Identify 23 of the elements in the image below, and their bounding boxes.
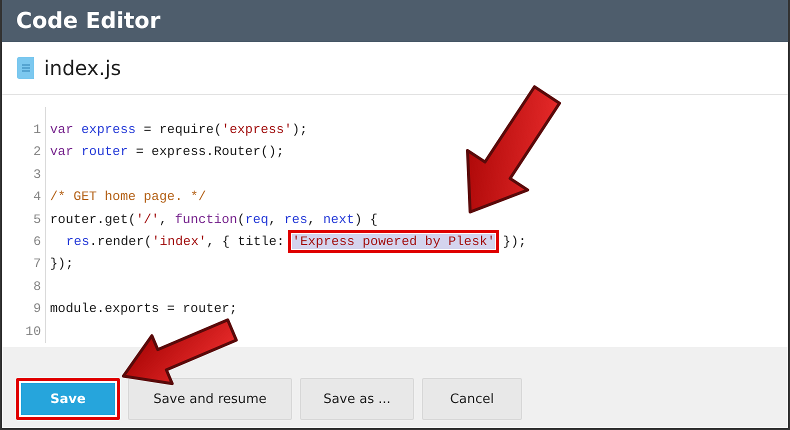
code-line: router.get('/', function(req, res, next) { bbox=[49, 210, 378, 229]
line-number: 10 bbox=[17, 320, 46, 343]
code-line: }); bbox=[49, 255, 74, 274]
code-line: /* GET home page. */ bbox=[49, 188, 206, 206]
action-button[interactable]: Save and resume bbox=[128, 378, 292, 420]
line-number: 4 bbox=[17, 186, 46, 209]
line-number: 7 bbox=[17, 253, 46, 276]
action-button[interactable]: Cancel bbox=[422, 378, 522, 420]
code-line: module.exports = router; bbox=[49, 300, 238, 318]
code-line: var router = express.Router(); bbox=[49, 143, 284, 162]
action-button[interactable]: Save as ... bbox=[300, 378, 414, 420]
line-number: 9 bbox=[17, 298, 46, 321]
code-line: res.render('index', { title: 'Express powered by Plesk' }); bbox=[65, 232, 526, 251]
line-number: 6 bbox=[17, 230, 46, 254]
file-name: index.js bbox=[44, 56, 122, 80]
code-line: var express = require('express'); bbox=[49, 121, 308, 140]
window-title: Code Editor bbox=[2, 0, 788, 42]
line-number: 8 bbox=[17, 276, 46, 298]
line-number: 5 bbox=[17, 208, 46, 231]
line-number: 3 bbox=[17, 164, 46, 186]
line-number: 2 bbox=[17, 141, 46, 164]
line-number: 1 bbox=[17, 119, 46, 142]
document-icon bbox=[16, 55, 36, 82]
